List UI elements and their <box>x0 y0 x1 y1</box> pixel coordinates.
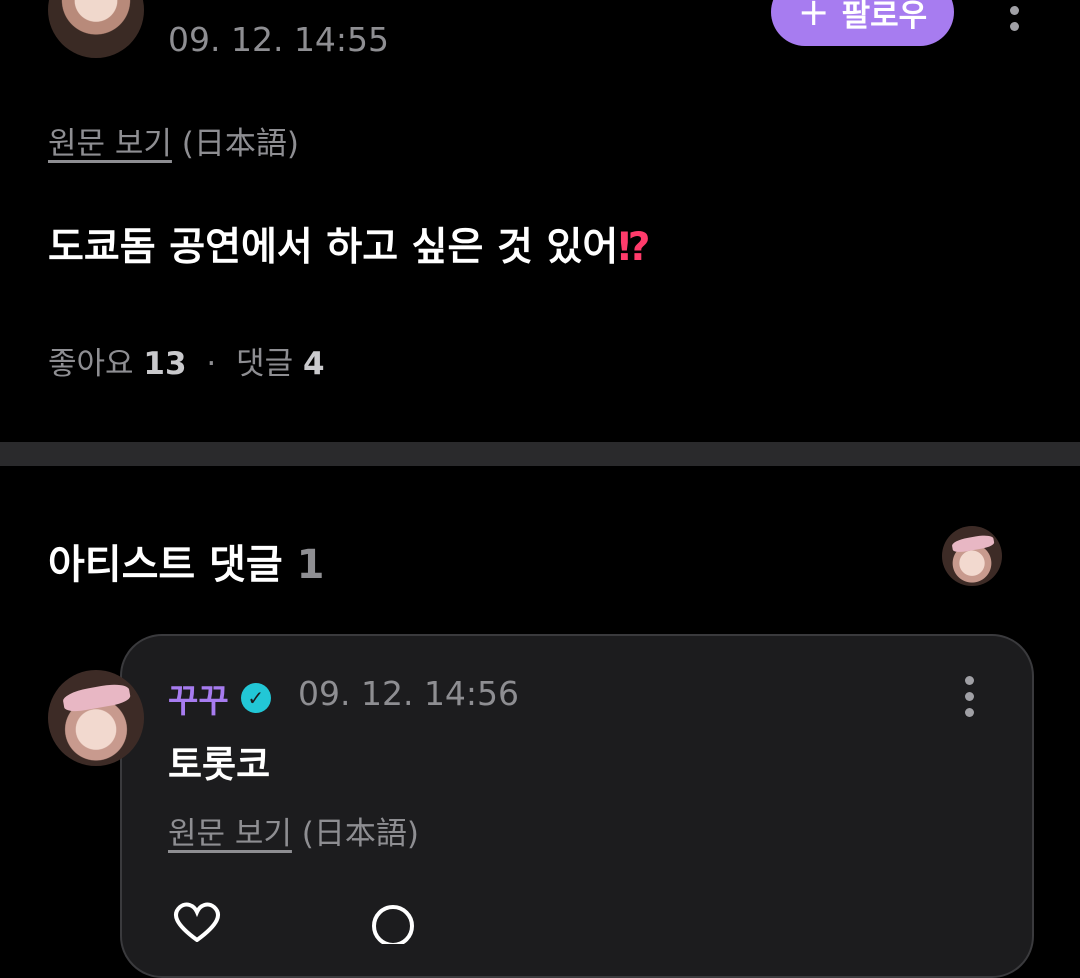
artist-comments-title: 아티스트 댓글 <box>48 542 283 588</box>
comments-count[interactable]: 4 <box>303 346 325 382</box>
comment-original-language: (日本語) <box>301 816 419 852</box>
comment-view-original[interactable]: 원문 보기 (日本語) <box>168 808 419 853</box>
comments-label[interactable]: 댓글 <box>236 346 293 382</box>
original-language: (日本語) <box>181 126 299 162</box>
likes-count: 13 <box>143 346 187 382</box>
heart-icon[interactable] <box>170 902 224 943</box>
post-stats: 좋아요 13 · 댓글 4 <box>48 338 325 383</box>
commenter-name[interactable]: 꾸꾸 <box>168 674 229 722</box>
post-text: 도쿄돔 공연에서 하고 싶은 것 있어 <box>48 225 619 270</box>
exclamation-question-icon: ⁉ <box>618 225 651 270</box>
comment-text: 토롯코 <box>168 743 271 786</box>
stats-separator: · <box>206 346 217 382</box>
post-body: 도쿄돔 공연에서 하고 싶은 것 있어⁉ <box>48 216 651 272</box>
post-date: 09. 12. 14:55 <box>168 20 390 59</box>
comment-more-icon[interactable] <box>965 676 974 717</box>
artist-avatar-small[interactable] <box>942 526 1002 586</box>
comment-header: 꾸꾸 ✓ <box>168 674 271 722</box>
commenter-avatar[interactable] <box>48 670 144 766</box>
section-divider <box>0 442 1080 466</box>
artist-comments-count: 1 <box>296 542 325 588</box>
follow-button[interactable]: + 팔로우 <box>771 0 954 46</box>
follow-label: 팔로우 <box>841 0 928 34</box>
post-more-icon[interactable] <box>1010 6 1019 31</box>
artist-comments-header: 아티스트 댓글 1 <box>48 532 325 590</box>
likes-label: 좋아요 <box>48 346 134 382</box>
post-view-original[interactable]: 원문 보기 (日本語) <box>48 118 299 163</box>
author-avatar[interactable] <box>48 0 144 58</box>
reply-icon[interactable] <box>370 904 416 947</box>
comment-date: 09. 12. 14:56 <box>298 674 520 713</box>
view-original-link[interactable]: 원문 보기 <box>48 126 172 162</box>
plus-icon: + <box>797 0 830 34</box>
comment-original-link[interactable]: 원문 보기 <box>168 816 292 852</box>
verified-icon: ✓ <box>240 683 271 713</box>
